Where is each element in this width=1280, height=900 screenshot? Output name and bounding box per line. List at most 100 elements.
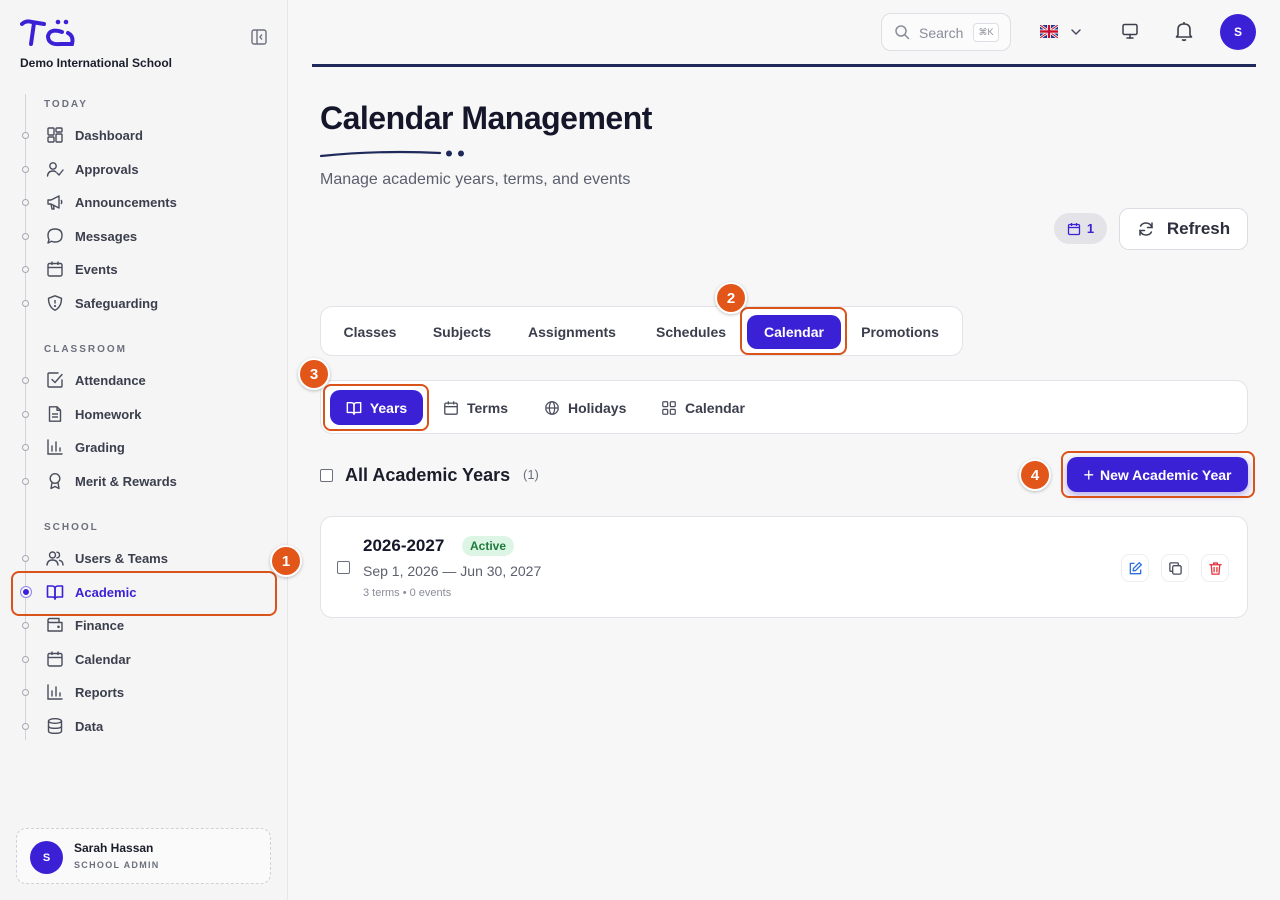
- globe-icon: [545, 400, 559, 415]
- document-icon: [48, 406, 62, 422]
- bell-icon[interactable]: [1173, 20, 1195, 42]
- section-label-classroom: CLASSROOM: [44, 344, 127, 355]
- annotation-marker-2: 2: [715, 282, 747, 314]
- sidebar-item-label: Reports: [75, 685, 125, 700]
- school-name: Demo International School: [20, 56, 173, 70]
- check-square-icon: [47, 372, 63, 388]
- user-check-icon: [46, 162, 64, 177]
- sidebar-item-messages[interactable]: Messages: [14, 221, 276, 251]
- year-meta: 3 terms • 0 events: [363, 587, 452, 599]
- dashboard-icon: [47, 127, 63, 143]
- sidebar-item-announcements[interactable]: Announcements: [14, 187, 276, 217]
- subtab-label: Terms: [467, 399, 508, 416]
- main-tab-bar: Classes Subjects Assignments Schedules C…: [320, 306, 963, 356]
- edit-icon: [1129, 561, 1142, 574]
- sidebar-item-events[interactable]: Events: [14, 254, 276, 284]
- subtab-calendar[interactable]: Calendar: [661, 390, 761, 425]
- refresh-button[interactable]: Refresh: [1119, 208, 1248, 250]
- annotation-highlight-years-tab: [323, 384, 429, 431]
- page-title: Calendar Management: [320, 100, 652, 136]
- sidebar: Demo International School TODAY Dashboar…: [0, 0, 288, 900]
- sidebar-item-merit-rewards[interactable]: Merit & Rewards: [14, 466, 276, 496]
- search-icon: [895, 25, 910, 40]
- user-name: Sarah Hassan: [74, 841, 154, 855]
- year-date-range: Sep 1, 2026 — Jun 30, 2027: [363, 563, 542, 579]
- grid-icon: [662, 400, 676, 415]
- duplicate-button[interactable]: [1161, 554, 1189, 582]
- year-name: 2026-2027: [363, 536, 445, 555]
- header-divider: [312, 64, 1256, 67]
- sidebar-item-label: Approvals: [75, 162, 139, 177]
- collapse-sidebar-icon[interactable]: [250, 28, 268, 46]
- user-profile-card[interactable]: S Sarah Hassan SCHOOL ADMIN: [16, 828, 271, 884]
- section-label-today: TODAY: [44, 99, 88, 110]
- sidebar-item-attendance[interactable]: Attendance: [14, 365, 276, 395]
- edit-button[interactable]: [1121, 554, 1149, 582]
- sidebar-item-calendar[interactable]: Calendar: [14, 644, 276, 674]
- sidebar-item-homework[interactable]: Homework: [14, 399, 276, 429]
- sidebar-item-safeguarding[interactable]: Safeguarding: [14, 288, 276, 318]
- refresh-label: Refresh: [1166, 219, 1231, 238]
- sidebar-item-label: Grading: [75, 440, 125, 455]
- refresh-icon: [1139, 222, 1153, 236]
- sidebar-item-data[interactable]: Data: [14, 711, 276, 741]
- chevron-down-icon[interactable]: [1070, 26, 1082, 38]
- app-logo[interactable]: [20, 18, 76, 48]
- annotation-highlight-calendar-tab: [740, 307, 847, 355]
- sidebar-item-label: Safeguarding: [75, 296, 159, 311]
- chat-bubble-icon: [47, 228, 63, 244]
- list-title: All Academic Years: [345, 465, 511, 485]
- user-role: SCHOOL ADMIN: [74, 860, 160, 870]
- annotation-marker-4: 4: [1019, 459, 1051, 491]
- sidebar-item-reports[interactable]: Reports: [14, 677, 276, 707]
- tab-schedules[interactable]: Schedules: [640, 315, 742, 349]
- search-input[interactable]: Search ⌘K: [881, 13, 1011, 51]
- select-all-checkbox[interactable]: [320, 469, 333, 482]
- calendar-icon: [47, 261, 63, 277]
- trash-icon: [1208, 561, 1222, 575]
- academic-year-card: 2026-2027 Active Sep 1, 2026 — Jun 30, 2…: [320, 516, 1248, 618]
- sidebar-item-users-teams[interactable]: Users & Teams: [14, 543, 276, 573]
- tab-assignments[interactable]: Assignments: [516, 315, 628, 349]
- sidebar-item-grading[interactable]: Grading: [14, 432, 276, 462]
- status-badge: Active: [462, 536, 515, 556]
- calendar-icon: [47, 651, 63, 667]
- sidebar-item-dashboard[interactable]: Dashboard: [14, 120, 276, 150]
- sidebar-item-label: Homework: [75, 407, 142, 422]
- page-subtitle: Manage academic years, terms, and events: [320, 171, 631, 188]
- calendar-icon: [1067, 222, 1081, 235]
- tab-classes[interactable]: Classes: [331, 315, 409, 349]
- sidebar-item-label: Users & Teams: [75, 551, 168, 566]
- sidebar-item-label: Attendance: [75, 373, 146, 388]
- avatar[interactable]: S: [1220, 14, 1256, 50]
- year-count-badge: 1: [1054, 213, 1107, 244]
- sidebar-item-label: Finance: [75, 618, 125, 633]
- sidebar-item-label: Calendar: [75, 652, 131, 667]
- tab-promotions[interactable]: Promotions: [849, 315, 951, 349]
- subtab-holidays[interactable]: Holidays: [544, 390, 639, 425]
- sidebar-item-approvals[interactable]: Approvals: [14, 154, 276, 184]
- uk-flag-icon[interactable]: [1040, 25, 1058, 38]
- year-row-checkbox[interactable]: [337, 561, 350, 574]
- delete-button[interactable]: [1201, 554, 1229, 582]
- count-value: 1: [1086, 221, 1095, 236]
- search-placeholder: Search: [919, 25, 964, 41]
- shield-icon: [47, 295, 63, 311]
- search-shortcut-badge: ⌘K: [973, 23, 999, 42]
- tab-subjects[interactable]: Subjects: [418, 315, 506, 349]
- database-icon: [47, 718, 63, 735]
- monitor-icon[interactable]: [1121, 22, 1139, 40]
- avatar: S: [30, 841, 63, 874]
- annotation-marker-3: 3: [298, 358, 330, 390]
- sidebar-item-label: Events: [75, 262, 118, 277]
- subtab-label: Holidays: [568, 399, 627, 416]
- subtab-terms[interactable]: Terms: [443, 390, 523, 425]
- sidebar-item-label: Merit & Rewards: [75, 474, 177, 489]
- award-icon: [49, 472, 61, 490]
- section-label-school: SCHOOL: [44, 522, 99, 533]
- megaphone-icon: [47, 195, 63, 210]
- sidebar-item-label: Announcements: [75, 195, 177, 210]
- annotation-highlight-new-year-button: [1061, 451, 1255, 498]
- annotation-marker-1: 1: [270, 545, 302, 577]
- users-icon: [46, 551, 64, 566]
